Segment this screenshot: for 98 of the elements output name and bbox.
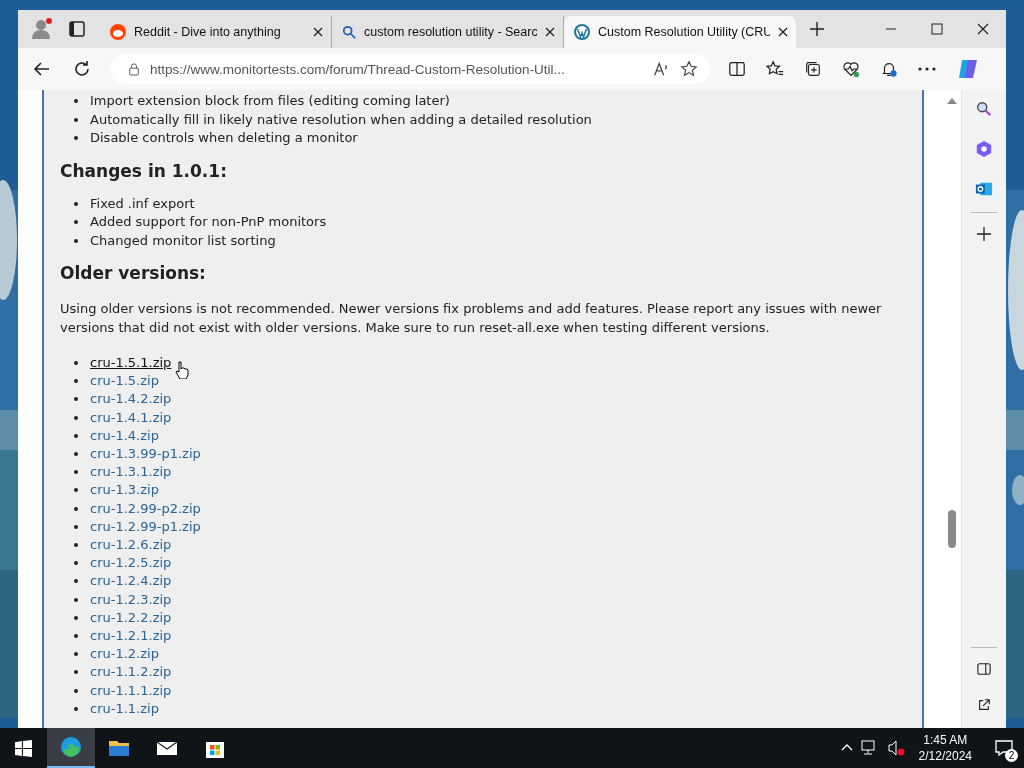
url-text: https://www.monitortests.com/forum/Thread-Custom-Resolution-Util... [150,61,565,77]
bullet-icon [74,652,78,657]
download-link[interactable]: cru-1.3.99-p1.zip [90,446,201,461]
bullet-icon [74,415,78,420]
w-logo-icon [574,24,590,40]
bullet-icon [74,561,78,566]
notification-badge: 2 [1005,749,1018,762]
windows-start-icon[interactable] [15,739,32,757]
download-link[interactable]: cru-1.2.99-p1.zip [90,518,201,534]
bullet-icon [74,634,78,639]
external-link-icon[interactable] [977,698,991,712]
bullet-icon [74,670,78,675]
clock-time[interactable]: 1:45 AM [923,732,968,748]
bullet-icon [74,488,78,493]
download-link[interactable]: cru-1.4.zip [90,427,159,443]
list-item: Changed monitor list sorting [90,232,276,248]
download-link[interactable]: cru-1.1.1.zip [90,682,172,698]
close-icon[interactable] [977,23,989,35]
download-link[interactable]: cru-1.5.zip [90,373,159,389]
tab-title: custom resolution utility - Searc [364,25,537,39]
list-item: Added support for non-PnP monitors [90,214,327,229]
sidebar-toggle-icon[interactable] [977,662,991,676]
download-link[interactable]: cru-1.2.4.zip [90,573,172,589]
list-item: Fixed .inf export [90,195,195,211]
bullet-icon [74,397,78,402]
list-item: Automatically fill in likely native resolution when adding a detailed resolution [90,111,592,127]
mail-app-icon[interactable] [975,180,993,198]
bullet-icon [74,615,78,620]
close-icon[interactable] [313,27,323,37]
heart-pulse-icon[interactable] [842,60,860,78]
bullet-icon [74,117,78,122]
split-screen-icon[interactable] [728,60,746,78]
copilot-icon[interactable] [956,57,980,81]
download-link[interactable]: cru-1.2.1.zip [90,628,172,644]
star-icon[interactable] [680,60,698,78]
hand-cursor-icon [175,361,190,379]
bell-icon[interactable] [880,60,898,78]
download-link[interactable]: cru-1.3.1.zip [90,464,172,480]
bullet-icon [74,220,78,224]
new-tab-icon[interactable] [810,22,824,36]
tab-actions-icon[interactable] [68,20,86,38]
hexagon-app-icon[interactable] [975,140,993,158]
bullet-icon [74,543,78,548]
paragraph: Using older versions is not recommended. Newer versions fix problems and add features. Please report any issues with newer versions that did not exist with older versions. Make sure to run reset-all.exe when testing different versions. [60,300,883,337]
download-link[interactable]: cru-1.2.6.zip [90,537,172,553]
bullet-icon [74,361,78,365]
bullet-icon [74,433,78,438]
add-icon[interactable] [977,227,991,241]
collections-icon[interactable] [804,60,822,78]
favorites-icon[interactable] [766,60,784,78]
download-link[interactable]: cru-1.5.1.zip [90,355,172,370]
search-icon [342,25,356,39]
section-heading: Changes in 1.0.1: [60,160,228,181]
address-bar[interactable]: https://www.monitortests.com/forum/Thread-Custom-Resolution-Util... [110,54,710,84]
bullet-icon [74,579,78,584]
bullet-icon [74,706,78,711]
list-item: Import extension block from files (editing coming later) [90,93,450,108]
maximize-icon[interactable] [931,23,943,35]
download-link[interactable]: cru-1.4.2.zip [90,391,172,407]
notifications-button[interactable]: 2 [984,728,1024,768]
lock-icon [128,62,140,76]
clock-date[interactable]: 2/12/2024 [918,748,972,764]
bullet-icon [74,597,78,602]
download-link[interactable]: cru-1.2.99-p2.zip [90,500,201,516]
refresh-icon[interactable] [72,59,92,79]
scroll-thumb[interactable] [948,510,956,548]
bullet-icon [74,470,78,475]
bullet-icon [74,201,78,206]
download-link[interactable]: cru-1.4.1.zip [90,409,172,425]
download-link[interactable]: cru-1.2.3.zip [90,591,172,607]
bullet-icon [74,238,78,243]
bullet-icon [74,452,78,456]
download-link[interactable]: cru-1.2.2.zip [90,609,172,625]
close-icon[interactable] [778,27,788,37]
download-link[interactable]: cru-1.2.zip [90,646,159,662]
bullet-icon [74,99,78,103]
download-link[interactable]: cru-1.2.5.zip [90,555,172,571]
profile-icon[interactable] [30,17,54,41]
download-link[interactable]: cru-1.1.zip [90,700,159,716]
bullet-icon [74,379,78,384]
chat-icon [995,739,1013,757]
list-item: Disable controls when deleting a monitor [90,130,358,145]
browser-icon [59,735,83,759]
bullet-icon [74,136,78,140]
search-icon[interactable] [975,100,993,118]
volume-muted-icon[interactable] [886,740,905,756]
more-icon[interactable] [918,67,936,71]
download-link[interactable]: cru-1.3.zip [90,482,159,498]
browser-tab[interactable]: Reddit - Dive into anything [100,16,332,48]
alien-icon [110,24,126,40]
section-heading: Older versions: [60,263,207,283]
download-link[interactable]: cru-1.1.2.zip [90,664,172,680]
read-aloud-icon[interactable] [652,60,670,78]
bullet-icon [74,688,78,693]
bullet-icon [74,506,78,511]
close-icon[interactable] [545,27,555,37]
tab-title: Reddit - Dive into anything [134,25,282,39]
bullet-icon [74,524,78,529]
